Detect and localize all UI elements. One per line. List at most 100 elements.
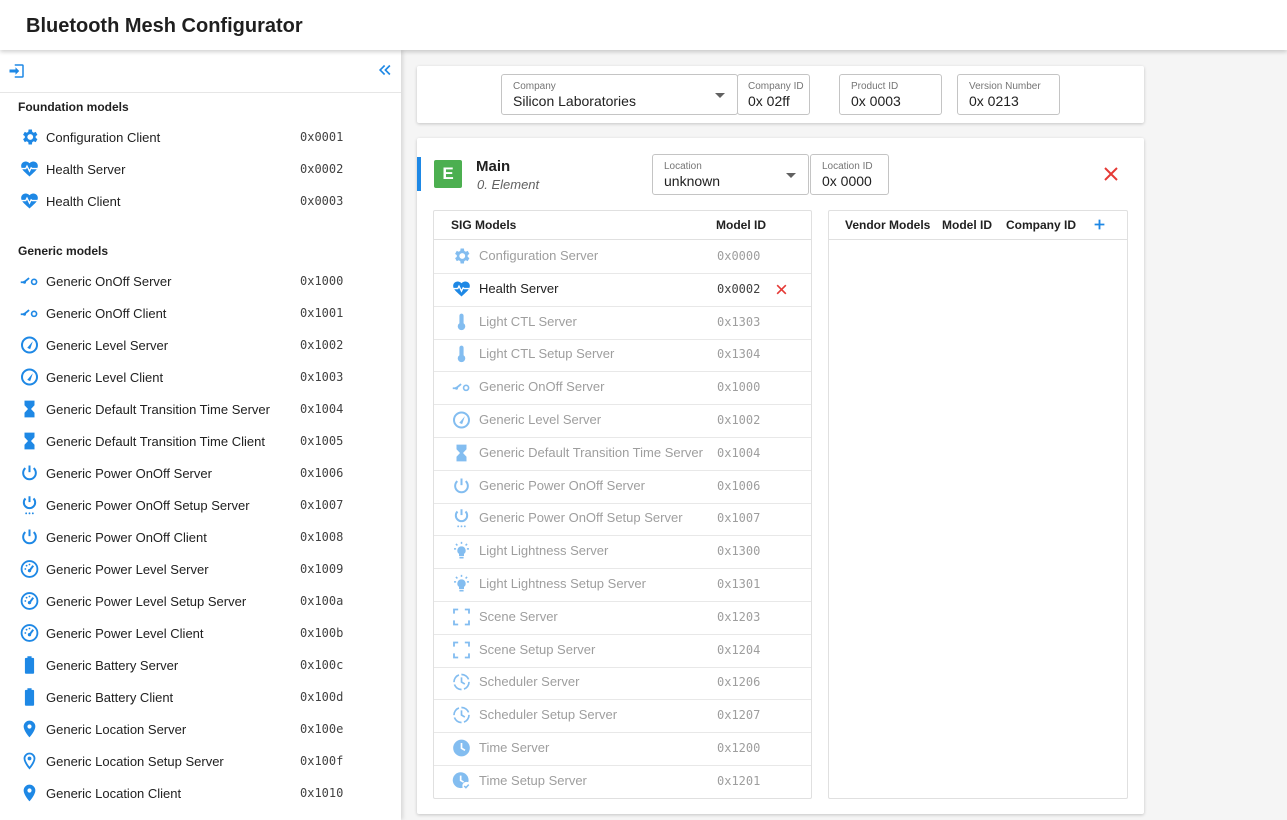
switch-icon [20, 309, 38, 318]
sidebar-model-item[interactable]: Generic Power Level Server 0x1009 [0, 553, 401, 585]
sidebar-model-item[interactable]: Generic Location Client 0x1010 [0, 777, 401, 809]
sig-model-row[interactable]: Light CTL Server 0x1303 [434, 306, 811, 340]
power-settings-icon [454, 509, 469, 528]
sig-models-header: SIG Models [451, 218, 517, 232]
product-id-label: Product ID [851, 81, 899, 92]
sig-model-row[interactable]: Time Setup Server 0x1201 [434, 765, 811, 798]
sig-model-name: Scene Setup Server [479, 641, 596, 657]
sidebar-model-item[interactable]: Generic Location Setup Server 0x100f [0, 745, 401, 777]
sidebar-model-item[interactable]: Generic Default Transition Time Client 0x… [0, 425, 401, 457]
scene-frame-icon [453, 608, 470, 626]
model-id: 0x1009 [300, 562, 344, 576]
sidebar-model-item[interactable]: Generic Battery Client 0x100d [0, 681, 401, 713]
header-divider [829, 239, 1127, 240]
lightbulb-icon [454, 574, 469, 592]
model-name: Generic Location Setup Server [46, 753, 224, 769]
speedometer-icon [20, 560, 39, 578]
model-id: 0x0002 [300, 162, 344, 176]
model-name: Generic Location Server [46, 721, 187, 737]
sidebar-model-item[interactable]: Configuration Client 0x0001 [0, 121, 401, 153]
sig-model-row[interactable]: Generic Power OnOff Server 0x1006 [434, 470, 811, 504]
sidebar-model-item[interactable]: Generic Power Level Setup Server 0x100a [0, 585, 401, 617]
company-id-value: 0x 02ff [748, 93, 790, 109]
sig-model-row[interactable]: Light Lightness Setup Server 0x1301 [434, 568, 811, 602]
app-title: Bluetooth Mesh Configurator [26, 15, 303, 37]
element-name[interactable]: Main [476, 158, 510, 175]
sig-model-row[interactable]: Scene Setup Server 0x1204 [434, 634, 811, 668]
model-id: 0x1000 [300, 274, 344, 288]
sidebar-model-item[interactable]: Generic Default Transition Time Server 0x… [0, 393, 401, 425]
sig-model-row[interactable]: Light Lightness Server 0x1300 [434, 535, 811, 570]
sig-model-name: Configuration Server [479, 248, 599, 263]
sig-model-name: Generic Level Server [479, 412, 602, 427]
company-info-card: Company Silicon Laboratories Company ID … [417, 66, 1144, 123]
company-select[interactable]: Company Silicon Laboratories [501, 74, 738, 115]
sig-model-name: Generic Power OnOff Server [479, 477, 645, 493]
power-icon [22, 529, 37, 545]
chevron-down-icon [715, 93, 725, 98]
battery-icon [24, 688, 35, 706]
model-name: Generic Power Level Setup Server [46, 593, 247, 609]
app-bar: Bluetooth Mesh Configurator [0, 0, 1287, 50]
version-number-value: 0x 0213 [969, 93, 1019, 109]
company-label: Company [513, 81, 556, 92]
location-value: unknown [664, 173, 721, 189]
location-id-label: Location ID [822, 161, 873, 172]
sidebar-model-item[interactable]: Generic Battery Server 0x100c [0, 649, 401, 681]
switch-icon [20, 277, 38, 286]
product-id-field[interactable]: Product ID 0x 0003 [839, 74, 942, 115]
location-id-field[interactable]: Location ID 0x 0000 [810, 154, 889, 195]
power-icon [454, 478, 469, 493]
sig-model-name: Light CTL Setup Server [479, 346, 615, 362]
sidebar-model-item[interactable]: Health Server 0x0002 [0, 153, 401, 185]
sidebar-model-item[interactable]: Generic Location Server 0x100e [0, 713, 401, 745]
sidebar-model-item[interactable]: Generic Level Client 0x1003 [0, 361, 401, 393]
sig-model-row[interactable]: Time Server 0x1200 [434, 732, 811, 766]
collapse-sidebar-icon[interactable] [376, 61, 394, 79]
lightbulb-icon [454, 542, 469, 559]
scene-frame-icon [453, 641, 470, 659]
delete-element-icon[interactable] [1102, 165, 1120, 183]
sig-model-name: Scheduler Setup Server [479, 707, 618, 723]
remove-model-icon[interactable] [775, 283, 788, 296]
element-badge: E [434, 160, 462, 188]
company-id-field[interactable]: Company ID 0x 02ff [737, 74, 810, 115]
sig-model-name: Time Setup Server [479, 772, 587, 788]
sig-model-row[interactable]: Configuration Server 0x0000 [434, 240, 811, 274]
company-id-label: Company ID [748, 81, 804, 92]
sig-model-row[interactable]: Generic Power OnOff Setup Server 0x1007 [434, 502, 811, 537]
sig-model-id: 0x1000 [717, 380, 761, 395]
sidebar-model-item[interactable]: Health Client 0x0003 [0, 185, 401, 217]
gear-icon [455, 248, 470, 264]
model-id: 0x1008 [300, 530, 344, 544]
add-vendor-model-icon[interactable] [1093, 218, 1106, 231]
sidebar-model-item[interactable]: Generic Power OnOff Setup Server 0x1007 [0, 489, 401, 521]
sig-model-id: 0x1303 [717, 314, 761, 329]
version-number-field[interactable]: Version Number 0x 0213 [957, 74, 1060, 115]
sig-model-row[interactable]: Scene Server 0x1203 [434, 601, 811, 635]
sidebar-model-item[interactable]: Generic OnOff Server 0x1000 [0, 265, 401, 297]
sig-model-row[interactable]: Generic OnOff Server 0x1000 [434, 371, 811, 406]
sidebar-model-item[interactable]: Generic Power OnOff Server 0x1006 [0, 457, 401, 489]
model-library-sidebar: Foundation models Configuration Client 0x0… [0, 50, 401, 820]
location-select[interactable]: Location unknown [652, 154, 809, 195]
sig-model-row[interactable]: Light CTL Setup Server 0x1304 [434, 338, 811, 373]
sig-model-row[interactable]: Health Server 0x0002 [434, 273, 811, 307]
sig-model-row[interactable]: Scheduler Server 0x1206 [434, 666, 811, 701]
sidebar-model-item[interactable]: Generic Level Server 0x1002 [0, 329, 401, 361]
element-index: 0. Element [477, 177, 540, 192]
sig-model-name: Scene Server [479, 608, 558, 624]
sig-model-id: 0x1206 [717, 675, 761, 690]
sidebar-model-item[interactable]: Generic OnOff Client 0x1001 [0, 297, 401, 329]
sig-model-row[interactable]: Scheduler Setup Server 0x1207 [434, 699, 811, 734]
sig-model-row[interactable]: Generic Level Server 0x1002 [434, 404, 811, 438]
sidebar-model-item[interactable]: Generic Power OnOff Client 0x1008 [0, 521, 401, 553]
sig-model-name: Generic OnOff Server [479, 379, 605, 395]
model-id: 0x1004 [300, 402, 344, 416]
sig-model-row[interactable]: Generic Default Transition Time Server 0x… [434, 437, 811, 471]
sig-model-id: 0x1006 [717, 478, 761, 493]
import-icon[interactable] [8, 62, 26, 80]
sidebar-model-item[interactable]: Generic Power Level Client 0x100b [0, 617, 401, 649]
heartbeat-icon [21, 161, 38, 177]
sig-model-id: 0x1207 [717, 708, 761, 723]
